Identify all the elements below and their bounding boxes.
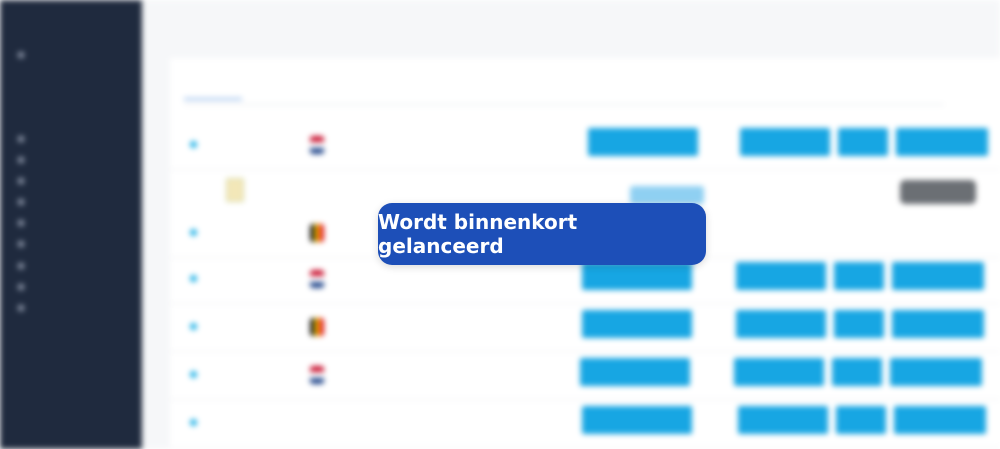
status-icon <box>190 323 197 330</box>
sidebar-item[interactable] <box>18 303 34 313</box>
tab[interactable] <box>184 70 242 100</box>
sidebar-item[interactable] <box>18 50 34 60</box>
nav-icon <box>18 178 24 184</box>
action-button[interactable] <box>892 310 984 338</box>
flag-nl-icon <box>310 270 324 288</box>
sidebar-item[interactable] <box>18 239 34 249</box>
status-icon <box>190 419 197 426</box>
table-row <box>170 124 1000 170</box>
nav-icon <box>18 136 24 142</box>
nav-icon <box>18 284 24 290</box>
flag-nl-icon <box>310 366 324 384</box>
action-button[interactable] <box>588 128 698 156</box>
product-action-button[interactable] <box>630 186 704 204</box>
status-icon <box>190 371 197 378</box>
table-row <box>170 402 1000 448</box>
action-button[interactable] <box>896 128 988 156</box>
status-icon <box>190 141 197 148</box>
action-button[interactable] <box>582 262 692 290</box>
tab-divider <box>184 104 944 105</box>
nav-icon <box>18 241 24 247</box>
action-button[interactable] <box>734 358 824 386</box>
action-button[interactable] <box>736 262 826 290</box>
nav-icon <box>18 157 24 163</box>
flag-be-icon <box>310 224 324 242</box>
action-button[interactable] <box>582 310 692 338</box>
nav-icon <box>18 52 24 58</box>
action-button[interactable] <box>738 406 828 434</box>
action-button[interactable] <box>580 358 690 386</box>
sidebar-item[interactable] <box>18 155 34 165</box>
table-row <box>170 306 1000 352</box>
action-button[interactable] <box>894 406 986 434</box>
status-icon <box>190 275 197 282</box>
tab[interactable] <box>344 70 386 100</box>
sidebar-item[interactable] <box>18 197 34 207</box>
tab[interactable] <box>260 70 326 100</box>
product-secondary-button[interactable] <box>900 180 976 204</box>
sidebar-item[interactable] <box>18 176 34 186</box>
flag-be-icon <box>310 318 324 336</box>
action-button[interactable] <box>834 262 884 290</box>
action-button[interactable] <box>740 128 830 156</box>
sidebar-item[interactable] <box>18 134 34 144</box>
action-button[interactable] <box>836 406 886 434</box>
nav-icon <box>18 199 24 205</box>
sidebar-item[interactable] <box>18 282 34 292</box>
sidebar-item[interactable] <box>18 261 34 271</box>
action-button[interactable] <box>736 310 826 338</box>
action-button[interactable] <box>892 262 984 290</box>
coming-soon-badge: Wordt binnenkort gelanceerd <box>378 203 706 265</box>
table-row <box>170 354 1000 400</box>
action-button[interactable] <box>832 358 882 386</box>
status-icon <box>190 229 197 236</box>
sidebar <box>0 0 142 449</box>
tab-bar <box>184 70 386 100</box>
action-button[interactable] <box>838 128 888 156</box>
action-button[interactable] <box>834 310 884 338</box>
nav-icon <box>18 220 24 226</box>
product-thumbnail <box>226 178 244 202</box>
flag-nl-icon <box>310 136 324 154</box>
nav-icon <box>18 263 24 269</box>
nav-icon <box>18 305 24 311</box>
action-button[interactable] <box>582 406 692 434</box>
action-button[interactable] <box>890 358 982 386</box>
sidebar-item[interactable] <box>18 218 34 228</box>
